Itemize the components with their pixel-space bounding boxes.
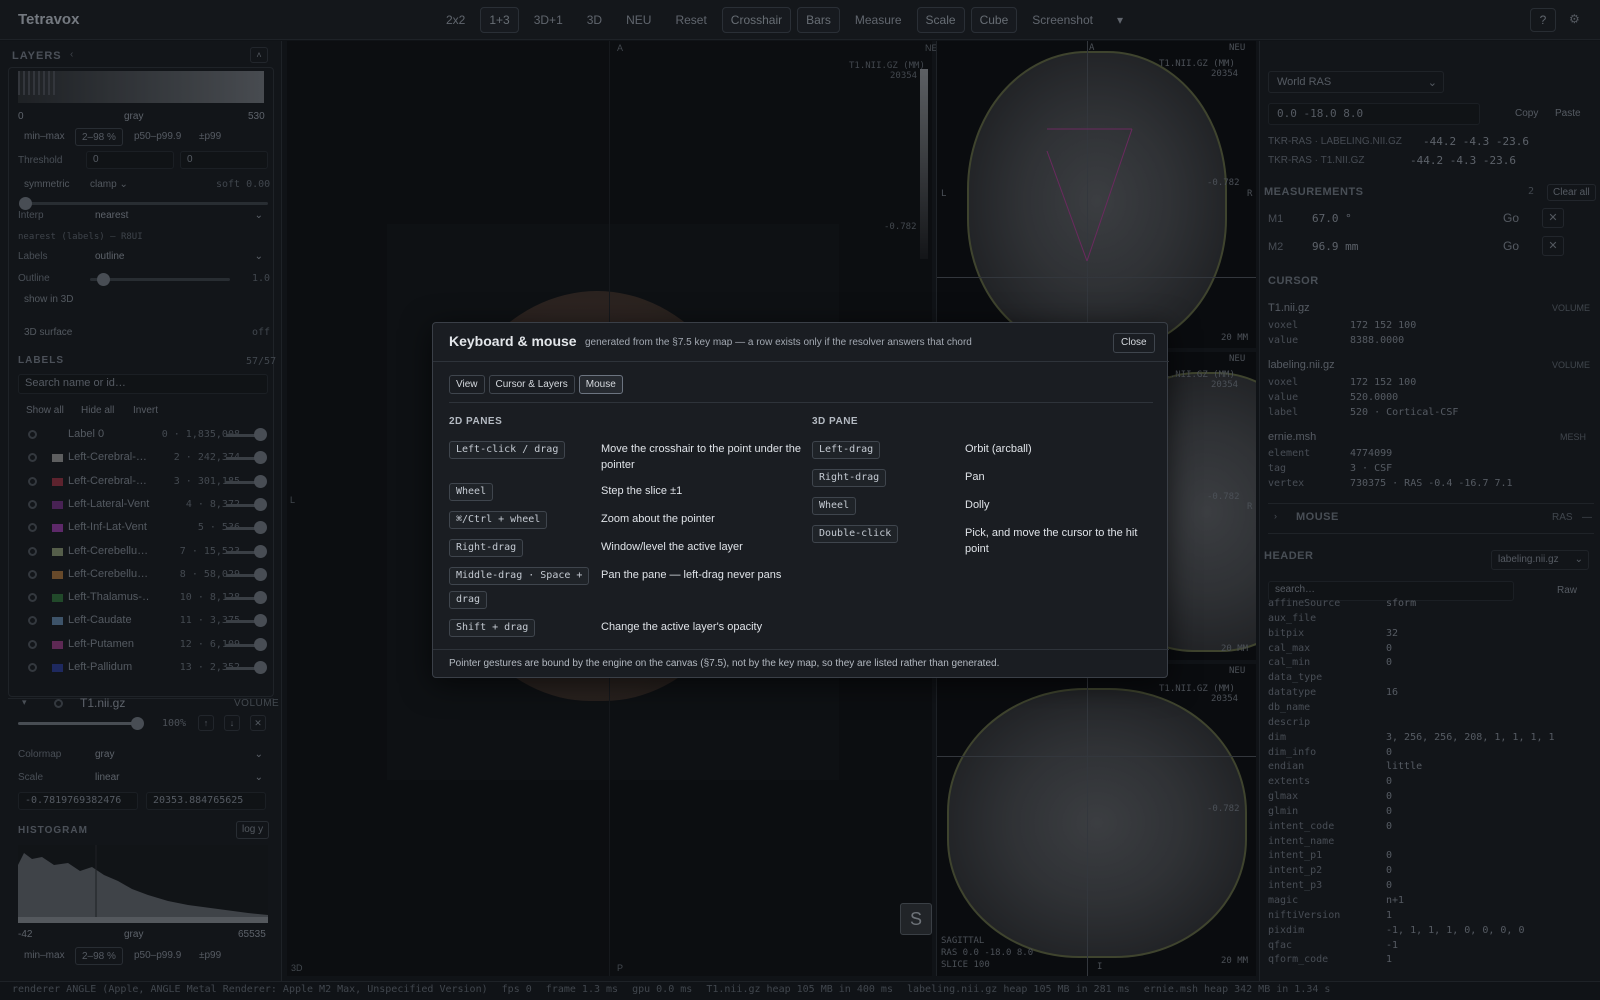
close-button[interactable]: Close — [1113, 333, 1155, 353]
dialog-title: Keyboard & mouse — [449, 333, 577, 349]
shortcut-desc: Window/level the active layer — [601, 541, 743, 553]
col-3d-title: 3D PANE — [812, 416, 859, 427]
shortcut-desc: Step the slice ±1 — [601, 485, 683, 497]
shortcut-key: Left-click / drag — [449, 441, 566, 459]
shortcut-desc: Pick, and move the cursor to the hit poi… — [965, 527, 1138, 555]
keyboard-mouse-dialog: Keyboard & mouse generated from the §7.5… — [432, 322, 1169, 678]
shortcut-key: ⌘/Ctrl + wheel — [449, 511, 548, 529]
shortcut-key: Wheel — [812, 497, 857, 515]
shortcut-desc: Pan — [965, 471, 985, 483]
divider — [433, 361, 1169, 362]
shortcut-desc: Orbit (arcball) — [965, 443, 1032, 455]
tab-cursor-layers[interactable]: Cursor & Layers — [488, 375, 575, 394]
shortcut-key: Left-drag — [812, 441, 881, 459]
shortcut-key: Double-click — [812, 525, 899, 543]
dialog-subtitle: generated from the §7.5 key map — a row … — [585, 337, 972, 348]
shortcut-key: Middle-drag · Space + — [449, 567, 590, 585]
dialog-footer-note: Pointer gestures are bound by the engine… — [449, 658, 1000, 669]
shortcut-key-continued: drag — [449, 591, 488, 609]
divider — [449, 402, 1153, 403]
shortcut-desc: Pan the pane — left-drag never pans — [601, 569, 782, 581]
shortcut-desc: Dolly — [965, 499, 990, 511]
shortcut-key: Right-drag — [812, 469, 887, 487]
shortcut-key: Wheel — [449, 483, 494, 501]
col-2d-title: 2D PANES — [449, 416, 503, 427]
shortcut-key: Shift + drag — [449, 619, 536, 637]
divider — [433, 649, 1169, 650]
tab-mouse[interactable]: Mouse — [578, 375, 623, 394]
tab-view[interactable]: View — [449, 375, 485, 394]
shortcut-desc: Change the active layer's opacity — [601, 621, 763, 633]
dialog-tabs: View Cursor & Layers Mouse — [449, 375, 623, 394]
shortcut-key: Right-drag — [449, 539, 524, 557]
shortcut-desc: Move the crosshair to the point under th… — [601, 443, 801, 471]
shortcut-desc: Zoom about the pointer — [601, 513, 715, 525]
